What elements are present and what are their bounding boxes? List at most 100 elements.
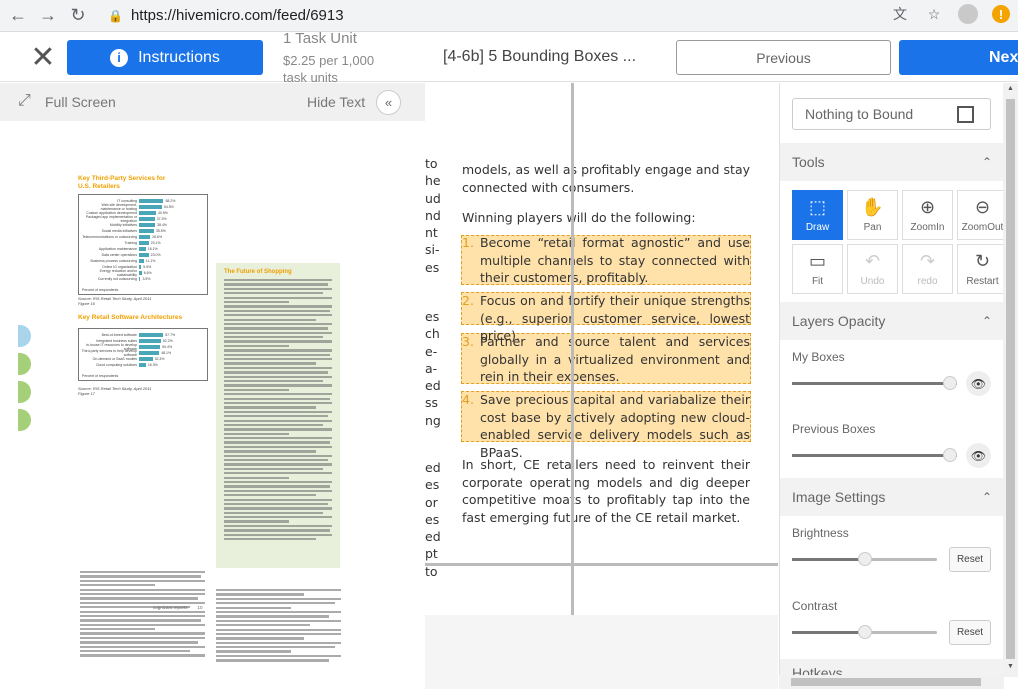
instructions-button[interactable]: i Instructions <box>67 40 263 75</box>
text-line <box>224 340 332 343</box>
address-bar[interactable]: 🔒 https://hivemicro.com/feed/6913 <box>108 7 344 24</box>
text-line <box>224 283 328 286</box>
slider-handle[interactable] <box>857 552 872 566</box>
tool-redo-button[interactable]: ↷ redo <box>902 244 953 294</box>
text-line <box>216 637 304 640</box>
reload-icon[interactable]: ↻ <box>66 4 90 28</box>
tool-label: redo <box>917 275 938 287</box>
translate-icon[interactable]: 文 <box>890 4 910 24</box>
collapse-icon[interactable]: « <box>376 90 401 115</box>
cut-word: ud <box>425 190 441 206</box>
text-line <box>224 327 328 330</box>
image-settings-header[interactable]: Image Settings ⌃ <box>780 478 1004 516</box>
contrast-reset-button[interactable]: Reset <box>949 620 991 645</box>
tools-section-header[interactable]: Tools ⌃ <box>780 143 1004 181</box>
chart-bar-label: On-demand or SaaS models <box>92 357 137 361</box>
layers-section-header[interactable]: Layers Opacity ⌃ <box>780 302 1004 340</box>
scroll-down-icon[interactable]: ▼ <box>1007 663 1014 670</box>
checkbox[interactable] <box>957 106 974 123</box>
text-line <box>224 344 289 348</box>
chart-bar-label: Packaged app implementation or integrati… <box>85 215 137 223</box>
text-line <box>80 645 205 648</box>
tool-zoomout-button[interactable]: ⊖ ZoomOut <box>957 190 1008 240</box>
vertical-scrollbar[interactable]: ▲ ▼ <box>1003 83 1018 677</box>
chart-bar <box>139 217 155 221</box>
chart-bar-label: Application maintenance <box>98 247 137 251</box>
chart-bar-value: 58.2% <box>165 199 176 203</box>
slider-handle[interactable] <box>943 376 957 390</box>
close-icon[interactable]: ✕ <box>26 40 60 74</box>
cut-word: he <box>425 173 441 189</box>
text-line <box>80 571 205 574</box>
text-line <box>216 610 341 614</box>
chart-bar-value: 16.3% <box>147 363 158 367</box>
forward-icon[interactable]: → <box>36 4 60 28</box>
star-icon[interactable]: ☆ <box>924 4 944 24</box>
page-thumbnail: Key Third-Party Services for U.S. Retail… <box>78 175 348 662</box>
hide-text-button[interactable]: Hide Text <box>307 94 365 110</box>
document-image[interactable]: to he ud nd nt si-es es ch e-a-ed ss ng ed es or es e… <box>425 83 778 615</box>
tool-pan-button[interactable]: ✋ Pan <box>847 190 898 240</box>
tool-draw-button[interactable]: ⬚ Draw <box>792 190 843 240</box>
profile-avatar[interactable] <box>958 4 978 24</box>
cut-word: e- <box>425 343 438 359</box>
brightness-reset-button[interactable]: Reset <box>949 547 991 572</box>
text-line <box>224 480 332 484</box>
alert-icon[interactable]: ! <box>992 5 1010 23</box>
full-screen-button[interactable]: Full Screen <box>45 94 116 110</box>
page-indicator[interactable] <box>18 325 31 347</box>
text-line <box>224 476 289 479</box>
slider-handle[interactable] <box>857 625 872 639</box>
cut-word: si- <box>425 242 440 258</box>
chart-bar-value: 23.0% <box>150 253 161 257</box>
text-line <box>224 371 328 374</box>
text-line <box>216 646 335 649</box>
brightness-slider[interactable] <box>792 552 937 566</box>
slider-fill <box>792 454 957 457</box>
contrast-slider[interactable] <box>792 625 937 639</box>
back-icon[interactable]: ← <box>6 4 30 28</box>
chart-bar <box>139 229 154 233</box>
eye-icon[interactable]: 👁 <box>966 371 991 396</box>
tool-restart-button[interactable]: ↻ Restart <box>957 244 1008 294</box>
tool-undo-button[interactable]: ↶ Undo <box>847 244 898 294</box>
slider-handle[interactable] <box>943 448 957 462</box>
contrast-label: Contrast <box>792 599 838 613</box>
text-line <box>224 432 289 435</box>
text-line <box>80 619 202 622</box>
chart-bar <box>139 199 164 203</box>
next-button[interactable]: Next <box>899 40 1018 75</box>
tool-fit-button[interactable]: ▭ Fit <box>792 244 843 294</box>
tool-label: Pan <box>863 221 882 233</box>
page-indicator[interactable] <box>18 353 31 375</box>
eye-icon[interactable]: 👁 <box>966 443 991 468</box>
my-boxes-slider[interactable] <box>792 376 957 390</box>
scrollbar-thumb[interactable] <box>791 678 981 686</box>
text-line <box>80 601 205 605</box>
chart-bar-label: Best-of-breed software <box>101 333 137 337</box>
chart-bar <box>139 271 142 275</box>
text-line <box>216 650 291 653</box>
chevron-up-icon[interactable]: ⌃ <box>982 314 992 328</box>
horizontal-scrollbar[interactable] <box>779 675 1003 689</box>
text-line <box>224 296 332 299</box>
previous-boxes-slider[interactable] <box>792 448 957 462</box>
scroll-up-icon[interactable]: ▲ <box>1007 85 1014 92</box>
nothing-to-bound-checkbox[interactable]: Nothing to Bound <box>792 98 991 130</box>
text-line <box>80 592 205 596</box>
page-indicator[interactable] <box>18 409 31 431</box>
fullscreen-icon[interactable]: ⤢ <box>18 92 31 110</box>
sidebar-title: The Future of Shopping <box>224 269 292 275</box>
chevron-up-icon[interactable]: ⌃ <box>982 155 992 169</box>
scrollbar-thumb[interactable] <box>1006 99 1015 659</box>
previous-button[interactable]: Previous <box>676 40 891 75</box>
cut-text-mid: es ch e-a-ed ss ng <box>425 308 441 429</box>
cut-word: ed <box>425 460 441 475</box>
annotation-canvas[interactable]: to he ud nd nt si-es es ch e-a-ed ss ng ed es or es e… <box>425 83 778 689</box>
text-line <box>80 623 205 626</box>
chart-bar <box>139 241 149 245</box>
page-indicator[interactable] <box>18 381 31 403</box>
chevron-up-icon[interactable]: ⌃ <box>982 490 992 504</box>
tool-zoomin-button[interactable]: ⊕ ZoomIn <box>902 190 953 240</box>
text-line <box>224 467 324 471</box>
